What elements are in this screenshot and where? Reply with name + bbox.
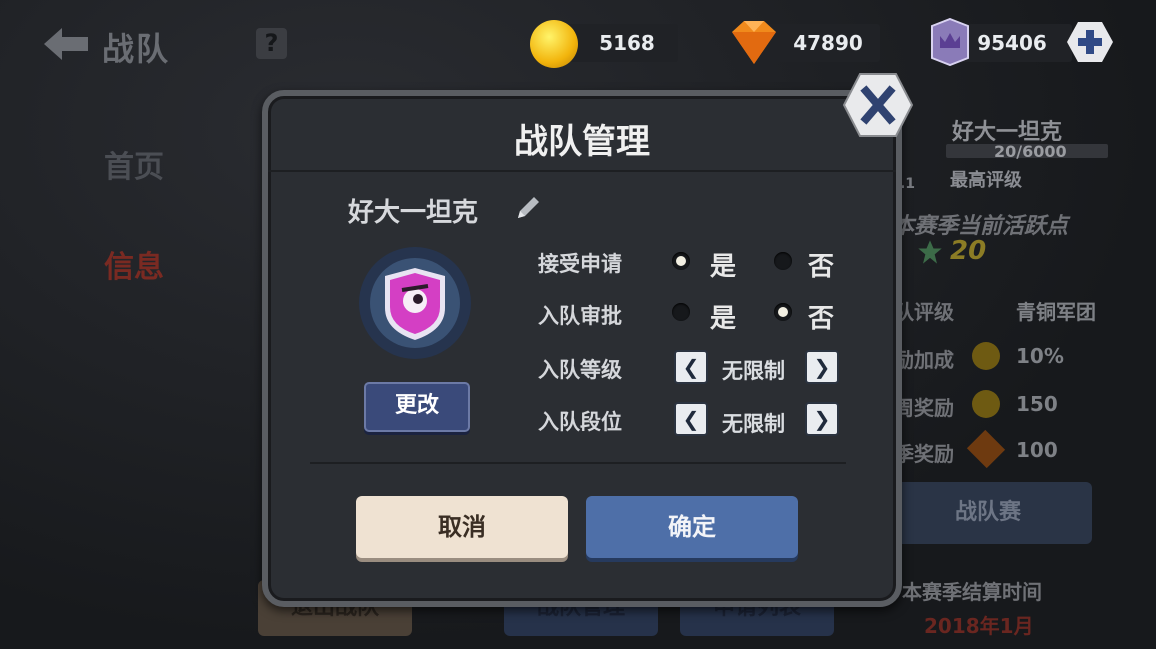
join-rank-value: 无限制 (722, 412, 785, 436)
gem-icon (732, 21, 776, 64)
bg-coin-icon (972, 342, 1000, 370)
accept-no-radio[interactable] (774, 252, 792, 270)
change-emblem-button[interactable]: 更改 (364, 382, 470, 432)
bg-star-icon (918, 240, 942, 264)
bg-team-rating-value: 青铜军团 (1016, 300, 1096, 324)
approval-no-radio[interactable] (774, 303, 792, 321)
dialog-title: 战队管理 (514, 122, 650, 162)
edit-pencil-icon[interactable] (514, 192, 544, 222)
coin-value: 5168 (599, 31, 655, 55)
join-level-value: 无限制 (722, 359, 785, 383)
gem-value: 47890 (793, 31, 863, 55)
approval-yes-radio[interactable] (672, 303, 690, 321)
bg-settlement-date: 2018年1月 (924, 614, 1034, 638)
crown-value: 95406 (977, 31, 1047, 55)
dialog-team-name: 好大一坦克 (348, 198, 479, 228)
nav-home[interactable]: 首页 (104, 142, 164, 186)
crown-token-icon (931, 18, 969, 66)
level-next-arrow-icon[interactable]: ❯ (805, 350, 839, 384)
bg-team-rating-label: 队评级 (894, 300, 954, 324)
cancel-button[interactable]: 取消 (356, 496, 568, 558)
dialog-header: 战队管理 (268, 96, 896, 172)
bg-bonus-label: 励加成 (894, 348, 954, 372)
bg-progress-text: 20/6000 (994, 142, 1067, 161)
bg-season-label: 季奖励 (894, 442, 954, 466)
crown-counter: 95406 (960, 24, 1072, 62)
accept-yes-label[interactable]: 是 (710, 246, 736, 283)
bg-active-points-value: 20 (950, 236, 987, 266)
confirm-button[interactable]: 确定 (586, 496, 798, 558)
add-currency-button[interactable] (1066, 20, 1114, 64)
back-arrow-icon[interactable] (40, 24, 92, 64)
team-emblem-icon (359, 247, 471, 359)
accept-no-label[interactable]: 否 (808, 246, 834, 283)
screen-title: 战队 (102, 30, 171, 68)
team-match-button[interactable]: 战队赛 (884, 482, 1092, 544)
help-button[interactable]: ? (256, 28, 287, 59)
join-level-label: 入队等级 (538, 358, 622, 382)
bg-highest-rating-label: 最高评级 (950, 170, 1022, 191)
bg-season-value: 100 (1016, 438, 1058, 462)
rank-next-arrow-icon[interactable]: ❯ (805, 402, 839, 436)
close-icon[interactable] (842, 72, 914, 138)
approval-no-label[interactable]: 否 (808, 298, 834, 335)
dialog-divider (310, 462, 846, 464)
bg-weekly-label: 周奖励 (894, 396, 954, 420)
coin-icon (530, 20, 578, 68)
level-prev-arrow-icon[interactable]: ❮ (674, 350, 708, 384)
nav-info[interactable]: 信息 (104, 242, 164, 286)
accept-yes-radio[interactable] (672, 252, 690, 270)
bg-weekly-value: 150 (1016, 392, 1058, 416)
approval-yes-label[interactable]: 是 (710, 298, 736, 335)
bg-settlement-title: 本赛季结算时间 (902, 580, 1042, 604)
join-approval-label: 入队审批 (538, 304, 622, 328)
accept-applications-label: 接受申请 (538, 252, 622, 276)
join-rank-label: 入队段位 (538, 410, 622, 434)
rank-prev-arrow-icon[interactable]: ❮ (674, 402, 708, 436)
bg-coin-icon-2 (972, 390, 1000, 418)
bg-bonus-value: 10% (1016, 344, 1064, 368)
